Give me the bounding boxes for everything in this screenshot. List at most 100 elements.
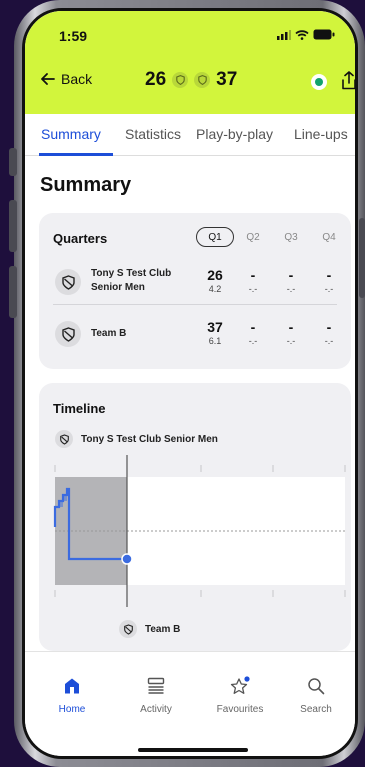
- score-sub: -.-: [286, 284, 296, 294]
- back-button[interactable]: Back: [41, 71, 92, 87]
- timeline-bottom-team-name: Team B: [145, 623, 181, 635]
- tab-bar-favourites[interactable]: Favourites: [205, 674, 275, 715]
- team-name: Tony S Test Club Senior Men: [91, 267, 171, 295]
- score-sub: -.-: [324, 284, 334, 294]
- screen: 1:59 Back 26 37 Summary Statistics Play-…: [22, 8, 358, 759]
- quarter-selector: Q1 Q2 Q3 Q4: [196, 227, 348, 247]
- score-q4: - -.-: [310, 267, 348, 294]
- score-q1: 37 6.1: [196, 319, 234, 346]
- away-team-badge: [194, 72, 211, 88]
- wifi-icon: [295, 29, 309, 40]
- team-row: Tony S Test Club Senior Men 26 4.2 - -.- -…: [39, 261, 351, 305]
- score-value: -: [250, 319, 256, 335]
- quarter-tab-q4[interactable]: Q4: [310, 227, 348, 247]
- home-indicator[interactable]: [138, 748, 248, 752]
- shield-icon: [123, 623, 133, 635]
- quarter-tab-q3[interactable]: Q3: [272, 227, 310, 247]
- timeline-chart: [53, 455, 346, 607]
- tab-bar-label: Home: [58, 704, 86, 715]
- score-sub: -.-: [248, 284, 258, 294]
- shield-icon: [61, 326, 75, 342]
- quarter-tab-q1[interactable]: Q1: [196, 227, 234, 247]
- tab-summary[interactable]: Summary: [41, 126, 101, 142]
- tab-play-by-play[interactable]: Play-by-play: [196, 126, 273, 142]
- tab-bar-label: Search: [300, 704, 332, 715]
- quarters-title: Quarters: [53, 231, 108, 246]
- tab-bar-home[interactable]: Home: [37, 674, 107, 715]
- notification-dot: [244, 676, 250, 682]
- score-sub: 4.2: [208, 284, 222, 294]
- quarters-card: Quarters Q1 Q2 Q3 Q4 Tony S Test Club Se…: [39, 213, 351, 369]
- score-value: -: [326, 319, 332, 335]
- score-value: 26: [207, 267, 223, 283]
- current-point-marker: [121, 553, 133, 565]
- team-name-line1: Team B: [91, 328, 127, 339]
- timeline-title: Timeline: [53, 401, 106, 416]
- team-avatar: [55, 321, 81, 347]
- shield-icon: [61, 274, 75, 290]
- shield-icon: [59, 433, 69, 445]
- section-tabs: Summary Statistics Play-by-play Line-ups: [25, 114, 355, 156]
- row-divider: [53, 304, 337, 305]
- arrow-left-icon: [41, 73, 55, 85]
- live-dot-icon: [315, 78, 323, 86]
- header-nav: Back 26 37: [25, 69, 355, 95]
- home-team-badge: [172, 72, 189, 88]
- bottom-tab-bar: Home Activity Favourites Search: [25, 651, 355, 756]
- back-label: Back: [61, 71, 93, 87]
- score-q3: - -.-: [272, 267, 310, 294]
- score-value: -: [326, 267, 332, 283]
- search-icon: [281, 674, 351, 698]
- score-q2: - -.-: [234, 319, 272, 346]
- home-score: 26: [145, 69, 167, 90]
- score-value: -: [250, 267, 256, 283]
- team-row: Team B 37 6.1 - -.- - -.- - -.-: [39, 313, 351, 357]
- volume-down-button: [9, 266, 17, 318]
- score-value: 37: [207, 319, 223, 335]
- team-avatar: [55, 430, 73, 448]
- mute-switch: [9, 148, 17, 176]
- timeline-bottom-team: Team B: [119, 620, 180, 638]
- tab-bar-label: Activity: [140, 704, 172, 715]
- score-q1: 26 4.2: [196, 267, 234, 294]
- team-name: Team B: [91, 327, 126, 341]
- team-avatar: [119, 620, 137, 638]
- signal-icon: [277, 29, 291, 40]
- score-q2: - -.-: [234, 267, 272, 294]
- status-icons: [277, 29, 335, 40]
- team-name-line1: Tony S Test Club: [91, 268, 172, 279]
- team-avatar: [55, 269, 81, 295]
- share-button[interactable]: [341, 71, 355, 95]
- page-title: Summary: [40, 174, 132, 196]
- score-q4: - -.-: [310, 319, 348, 346]
- score-sub: -.-: [248, 336, 258, 346]
- timeline-card: Timeline Tony S Test Club Senior Men Tea…: [39, 383, 351, 651]
- status-bar: 1:59: [59, 28, 335, 44]
- timeline-top-team-name: Tony S Test Club Senior Men: [81, 433, 218, 445]
- quarter-tab-q2[interactable]: Q2: [234, 227, 272, 247]
- score-value: -: [288, 319, 294, 335]
- score-sub: -.-: [324, 336, 334, 346]
- tab-bar-search[interactable]: Search: [281, 674, 351, 715]
- star-icon: [205, 674, 275, 698]
- score-sub: 6.1: [208, 336, 222, 346]
- tab-statistics[interactable]: Statistics: [125, 126, 181, 142]
- active-tab-indicator: [39, 153, 113, 156]
- match-score: 26 37: [145, 69, 237, 91]
- tab-bar-activity[interactable]: Activity: [121, 674, 191, 715]
- volume-up-button: [9, 200, 17, 252]
- home-icon: [37, 674, 107, 698]
- shield-icon: [197, 75, 207, 85]
- away-score: 37: [216, 69, 238, 90]
- score-sub: -.-: [286, 336, 296, 346]
- share-icon: [342, 71, 355, 90]
- activity-icon: [121, 674, 191, 698]
- team-name-line2: Senior Men: [91, 282, 145, 293]
- tab-line-ups[interactable]: Line-ups: [294, 126, 348, 142]
- side-button: [359, 218, 365, 298]
- tab-bar-label: Favourites: [216, 704, 264, 715]
- score-q3: - -.-: [272, 319, 310, 346]
- live-indicator: [311, 74, 327, 90]
- shield-icon: [175, 75, 185, 85]
- score-value: -: [288, 267, 294, 283]
